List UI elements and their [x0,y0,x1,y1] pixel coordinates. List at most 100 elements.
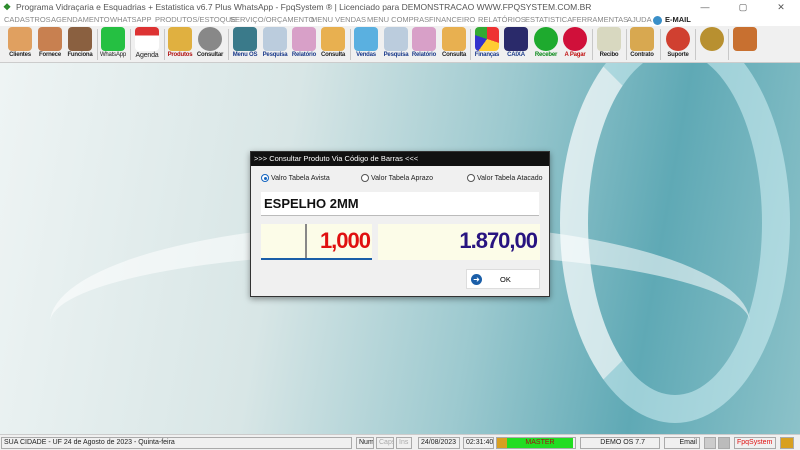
file-box-icon [321,27,345,51]
price-field: 1.870,00 [378,224,540,260]
clipboard-icon [233,27,257,51]
printer-icon [292,27,316,51]
support-agent-icon [666,27,690,51]
toolbar-separator [728,29,729,60]
quantity-field[interactable]: 1,000 [261,224,372,260]
menu-email[interactable]: E-MAIL [653,15,691,25]
exit-button[interactable] [730,27,760,62]
toolbar-separator [130,29,131,60]
radio-unchecked-icon [467,174,475,182]
product-name-field[interactable]: ESPELHO 2MM [261,192,539,216]
close-button[interactable]: ✕ [762,0,800,14]
a-pagar-button[interactable]: A Pagar [560,27,590,62]
consulta-os-button[interactable]: Consulta [318,27,348,62]
menu-os-button[interactable]: Menu OS [230,27,260,62]
toolbar-separator [695,29,696,60]
app-logo-icon: ❖ [3,2,12,12]
quantity-value: 1,000 [319,228,371,253]
toolbar: Clientes Fornece Funciona WhatsApp Agend… [0,26,800,63]
menu-cadastros[interactable]: CADASTROS [4,15,51,25]
coin-icon [700,27,724,51]
contrato-button[interactable]: Contrato [627,27,657,62]
pesquisa-os-button[interactable]: Pesquisa [260,27,290,62]
radio-checked-icon [261,174,269,182]
status-ins: Ins [396,437,412,449]
radio-unchecked-icon [361,174,369,182]
barcode-icon [198,27,222,51]
consulta-vendas-button[interactable]: Consulta [439,27,469,62]
menu-relatorios[interactable]: RELATÓRIOS [478,15,526,25]
toolbar-separator [660,29,661,60]
toolbar-separator [228,29,229,60]
supplier-icon [38,27,62,51]
status-num: Num [356,437,374,449]
produtos-button[interactable]: Produtos [165,27,195,62]
ok-button[interactable]: ➜ OK [466,269,540,289]
pesquisa-vendas-button[interactable]: Pesquisa [381,27,411,62]
email-globe-icon [653,15,662,25]
radio-tabela-atacado[interactable]: Valor Tabela Atacado [467,174,543,182]
consultar-button[interactable]: Consultar [195,27,225,62]
minimize-button[interactable]: — [686,0,724,14]
barcode-lookup-dialog: >>> Consultar Produto Via Código de Barr… [250,151,550,297]
window-title: Programa Vidraçaria e Esquadrias + Estat… [16,2,592,12]
cash-book-icon [504,27,528,51]
title-bar: ❖ Programa Vidraçaria e Esquadrias + Est… [0,0,800,14]
status-city-date: SUA CIDADE - UF 24 de Agosto de 2023 - Q… [1,437,352,449]
receber-button[interactable]: Receber [531,27,561,62]
status-user: MASTER [496,437,576,449]
menu-agendamento[interactable]: AGENDAMENTO [51,15,110,25]
users-icon [8,27,32,51]
boxes-icon [168,27,192,51]
agenda-button[interactable]: Agenda [132,27,162,62]
printer-icon [412,27,436,51]
whatsapp-button[interactable]: WhatsApp [98,27,128,62]
finance-chart-icon [475,27,499,51]
fornece-button[interactable]: Fornece [35,27,65,62]
financas-button[interactable]: Finanças [472,27,502,62]
funciona-button[interactable]: Funciona [65,27,95,62]
price-value: 1.870,00 [459,228,538,253]
menu-estatistica[interactable]: ESTATISTICA [525,15,572,25]
user-icon [497,438,507,448]
menu-servico-orcamento[interactable]: SERVIÇO/ORÇAMENTO [230,15,314,25]
menu-produtos-estoque[interactable]: PRODUTOS/ESTOQUE [155,15,236,25]
menu-ferramentas[interactable]: FERRAMENTAS [572,15,628,25]
whatsapp-icon [101,27,125,51]
dialog-title: >>> Consultar Produto Via Código de Barr… [251,152,549,166]
menu-compras[interactable]: MENU COMPRAS [367,15,429,25]
caixa-button[interactable]: CAIXA [501,27,531,62]
menu-whatsapp[interactable]: WHATSAPP [110,15,152,25]
dollar-red-icon [563,27,587,51]
suporte-button[interactable]: Suporte [663,27,693,62]
search-docs-icon [263,27,287,51]
relatorio-os-button[interactable]: Relatório [289,27,319,62]
status-email-button[interactable]: Email [664,437,700,449]
status-bar: SUA CIDADE - UF 24 de Agosto de 2023 - Q… [0,434,800,450]
recibo-button[interactable]: Recibo [594,27,624,62]
coins-button[interactable] [697,27,727,62]
search-docs-icon [384,27,408,51]
file-box-icon [442,27,466,51]
field-divider [305,224,307,258]
printer-icon[interactable] [704,437,716,449]
radio-tabela-aprazo[interactable]: Valor Tabela Aprazo [361,174,433,182]
maximize-button[interactable]: ▢ [724,0,762,14]
status-brand: FpqSystem [734,437,776,449]
status-time: 02:31:40 [463,437,494,449]
calculator-icon[interactable] [718,437,730,449]
clientes-button[interactable]: Clientes [5,27,35,62]
monitor-icon [354,27,378,51]
toolbar-separator [592,29,593,60]
employee-icon [68,27,92,51]
relatorio-vendas-button[interactable]: Relatório [409,27,439,62]
menu-financeiro[interactable]: FINANCEIRO [429,15,475,25]
exit-door-icon [733,27,757,51]
exit-icon[interactable] [780,437,794,449]
radio-tabela-avista[interactable]: Valro Tabela Avista [261,174,330,182]
user-name: MASTER [507,438,573,448]
menu-vendas[interactable]: MENU VENDAS [311,15,366,25]
arrow-right-icon: ➜ [471,273,482,285]
vendas-button[interactable]: Vendas [351,27,381,62]
menu-ajuda[interactable]: AJUDA [627,15,652,25]
